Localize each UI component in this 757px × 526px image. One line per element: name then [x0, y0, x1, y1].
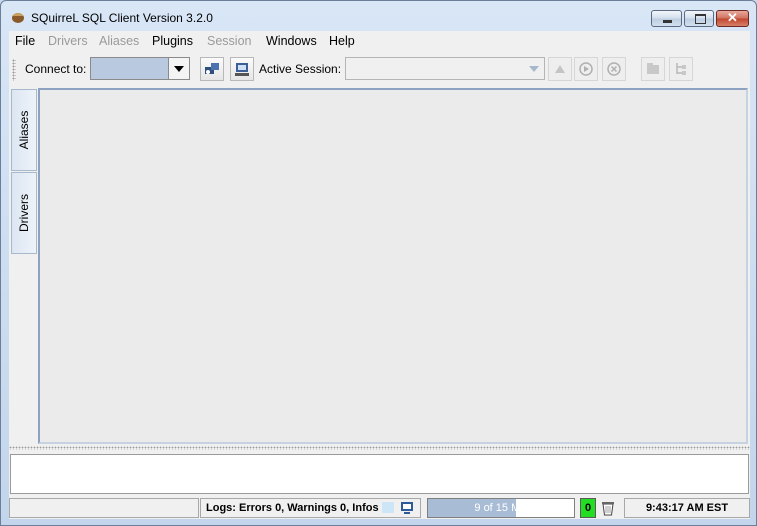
menu-windows[interactable]: Windows [266, 34, 317, 48]
status-bar: Logs: Errors 0, Warnings 0, Infos 9 9 of… [9, 498, 750, 519]
menu-file[interactable]: File [15, 34, 35, 48]
session-dropdown-button[interactable] [524, 58, 544, 79]
logs-text: Logs: Errors 0, Warnings 0, Infos 9 [206, 502, 388, 514]
toolbar: Connect to: Active Session: [9, 53, 750, 87]
connect-icon [205, 63, 219, 74]
close-icon: ✕ [727, 10, 738, 25]
new-session-icon [235, 63, 249, 76]
logs-status[interactable]: Logs: Errors 0, Warnings 0, Infos 9 [200, 498, 421, 518]
menu-bar: File Drivers Aliases Plugins Session Win… [9, 31, 750, 53]
open-sessions-indicator: 0 [580, 498, 596, 518]
chevron-down-icon [529, 66, 539, 72]
memory-usage-bar[interactable]: 9 of 15 MB [427, 498, 575, 518]
log-info-icon [382, 502, 394, 513]
reconnect-icon [555, 65, 565, 73]
window-title: SQuirreL SQL Client Version 3.2.0 [31, 11, 213, 25]
active-session-combo[interactable] [345, 57, 545, 80]
connect-to-label: Connect to: [25, 62, 87, 76]
menu-aliases[interactable]: Aliases [99, 34, 139, 48]
new-sql-worksheet-button[interactable] [641, 57, 665, 81]
connect-button[interactable] [200, 57, 224, 81]
connect-to-combo[interactable] [90, 57, 190, 80]
tab-drivers-label: Drivers [17, 194, 31, 232]
splitter-handle[interactable] [9, 446, 750, 450]
memory-usage-text: 9 of 15 MB [474, 502, 528, 514]
menu-help[interactable]: Help [329, 34, 355, 48]
menu-plugins[interactable]: Plugins [152, 34, 193, 48]
clock-time: 9:43:17 AM EST [645, 502, 729, 514]
minimize-button[interactable] [651, 10, 682, 27]
title-bar[interactable]: SQuirreL SQL Client Version 3.2.0 ✕ [1, 1, 756, 31]
menu-drivers[interactable]: Drivers [48, 34, 88, 48]
chevron-down-icon [174, 66, 184, 72]
client-area: File Drivers Aliases Plugins Session Win… [9, 31, 750, 519]
app-window: SQuirreL SQL Client Version 3.2.0 ✕ File… [0, 0, 757, 526]
cancel-sql-icon [607, 62, 621, 76]
connect-dropdown-button[interactable] [168, 58, 189, 79]
new-sql-worksheet-icon [647, 63, 659, 74]
reconnect-button[interactable] [548, 57, 572, 81]
open-sessions-count: 0 [584, 502, 592, 514]
new-session-button[interactable] [230, 57, 254, 81]
tab-drivers[interactable]: Drivers [11, 172, 37, 254]
close-button[interactable]: ✕ [716, 10, 749, 27]
show-log-icon[interactable] [400, 501, 414, 515]
squirrel-acorn-icon [12, 13, 24, 23]
tab-aliases[interactable]: Aliases [11, 89, 37, 171]
object-tree-button[interactable] [669, 57, 693, 81]
garbage-collect-icon[interactable] [599, 499, 617, 517]
maximize-button[interactable] [684, 10, 714, 27]
minimize-icon [663, 20, 672, 23]
run-sql-icon [579, 62, 593, 76]
tab-aliases-label: Aliases [17, 110, 31, 150]
side-tab-strip: Aliases Drivers [9, 87, 37, 447]
menu-session[interactable]: Session [207, 34, 251, 48]
cancel-sql-button[interactable] [602, 57, 626, 81]
maximize-icon [695, 14, 706, 24]
main-desktop-pane [38, 88, 748, 444]
message-panel[interactable] [10, 454, 749, 494]
active-session-label: Active Session: [259, 62, 342, 76]
clock: 9:43:17 AM EST [624, 498, 750, 518]
run-sql-button[interactable] [574, 57, 598, 81]
status-message-cell [9, 498, 199, 518]
toolbar-grip[interactable] [12, 59, 16, 81]
object-tree-icon [676, 63, 686, 75]
